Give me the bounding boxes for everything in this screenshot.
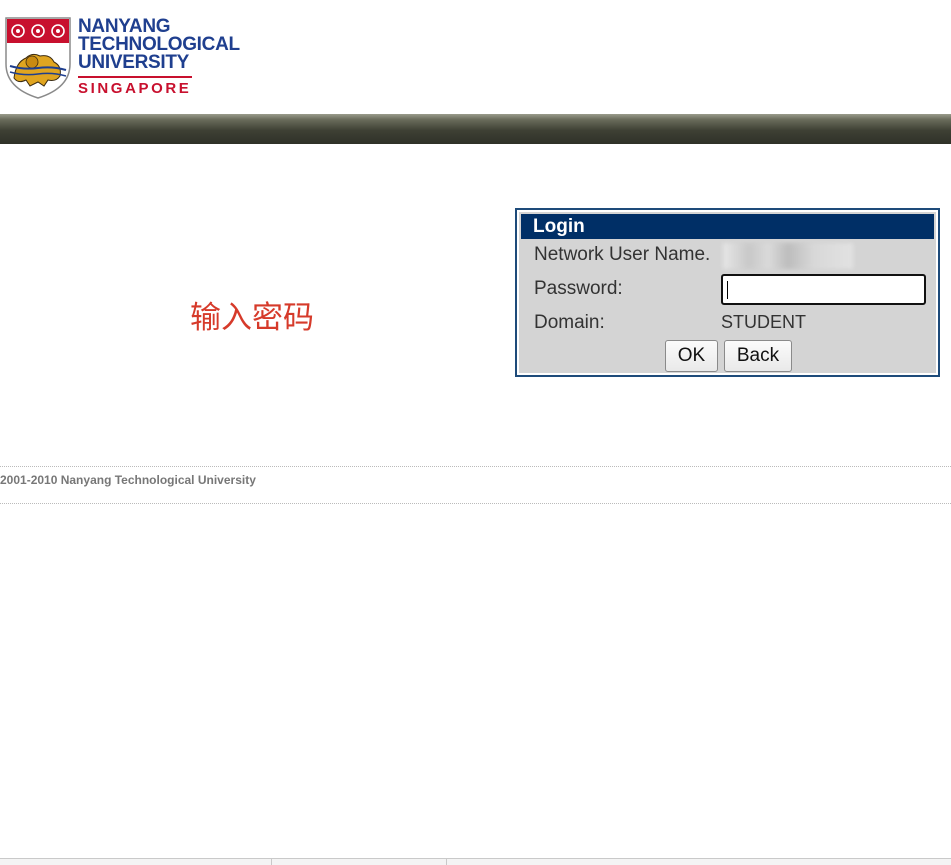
ntu-logo[interactable]: NANYANG TECHNOLOGICAL UNIVERSITY SINGAPO…: [4, 16, 244, 102]
domain-value: STUDENT: [721, 312, 806, 332]
bottom-status-strip: [0, 858, 951, 865]
status-separator: [446, 859, 447, 865]
annotation-enter-password: 输入密码: [190, 300, 314, 336]
password-input[interactable]: [721, 274, 926, 305]
login-title: Login: [521, 214, 934, 239]
username-label: Network User Name.: [534, 244, 711, 265]
footer-divider-bottom: [0, 503, 951, 504]
username-value-blurred: [723, 243, 853, 269]
logo-line-university: UNIVERSITY: [78, 52, 190, 73]
copyright-text: 2001-2010 Nanyang Technological Universi…: [0, 473, 256, 487]
text-caret: [727, 281, 728, 299]
page: NANYANG TECHNOLOGICAL UNIVERSITY SINGAPO…: [0, 0, 951, 865]
login-panel: Login Network User Name. Password: Domai…: [515, 208, 940, 377]
footer-divider-top: [0, 466, 951, 467]
back-button[interactable]: Back: [724, 340, 792, 372]
ok-button[interactable]: OK: [665, 340, 718, 372]
ntu-wordmark: NANYANG TECHNOLOGICAL UNIVERSITY SINGAPO…: [78, 17, 240, 98]
logo-line-singapore: SINGAPORE: [78, 76, 192, 98]
domain-label: Domain:: [534, 312, 605, 333]
password-label: Password:: [534, 278, 623, 299]
ntu-crest-icon: [5, 17, 71, 99]
status-separator: [271, 859, 272, 865]
header-band: [0, 114, 951, 144]
